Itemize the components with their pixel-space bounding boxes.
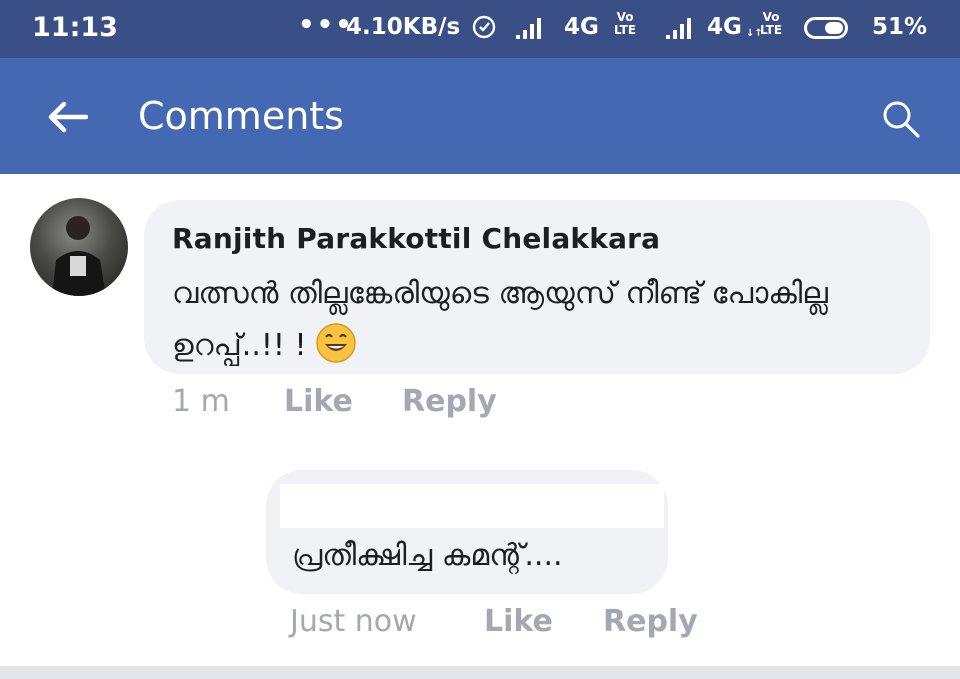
comment-bubble: Ranjith Parakkottil Chelakkara വത്സൻ തില… xyxy=(144,200,930,374)
volte-icon: Vo LTE xyxy=(614,11,636,37)
alarm-icon xyxy=(472,15,496,39)
comment-timestamp: Just now xyxy=(290,604,417,639)
comment-author[interactable]: Ranjith Parakkottil Chelakkara xyxy=(172,222,660,255)
comment-bubble: പ്രതീക്ഷിച്ച കമന്റ്.... xyxy=(266,470,668,594)
reply-button[interactable]: Reply xyxy=(402,384,497,419)
status-time: 11:13 xyxy=(32,12,118,43)
comment-text: വത്സൻ തില്ലങ്കേരിയുടെ ആയുസ് നീണ്ട് പോകില… xyxy=(172,268,892,372)
signal-icon xyxy=(666,18,691,39)
network-type: 4G xyxy=(707,14,742,40)
volte-icon: Vo LTE xyxy=(760,11,782,37)
redacted-author xyxy=(280,484,664,528)
signal-icon xyxy=(516,18,541,39)
comment-body: വത്സൻ തില്ലങ്കേരിയുടെ ആയുസ് നീണ്ട് പോകില… xyxy=(172,276,828,363)
battery-percent: 51% xyxy=(872,14,928,40)
reply-button[interactable]: Reply xyxy=(603,604,698,639)
arrow-left-icon[interactable] xyxy=(46,100,88,134)
like-button[interactable]: Like xyxy=(284,384,353,419)
app-bar: Comments xyxy=(0,58,960,174)
search-icon[interactable] xyxy=(880,98,922,140)
battery-icon xyxy=(804,17,848,39)
divider xyxy=(0,666,960,679)
volte-label-bottom: LTE xyxy=(614,23,637,37)
battery-fill xyxy=(825,22,843,34)
avatar-person-icon xyxy=(52,216,106,296)
avatar[interactable] xyxy=(30,198,128,296)
network-type: 4G xyxy=(564,14,599,40)
comment-timestamp: 1 m xyxy=(172,384,230,419)
volte-label-bottom: LTE xyxy=(760,23,783,37)
page-title: Comments xyxy=(138,94,344,138)
status-bar: 11:13 ••• 4.10KB/s 4G Vo LTE 4G ↓↑ Vo LT… xyxy=(0,0,960,58)
network-speed: 4.10KB/s xyxy=(346,14,461,40)
smiling-face-icon xyxy=(315,322,356,363)
like-button[interactable]: Like xyxy=(484,604,553,639)
comment-text: പ്രതീക്ഷിച്ച കമന്റ്.... xyxy=(292,538,563,573)
